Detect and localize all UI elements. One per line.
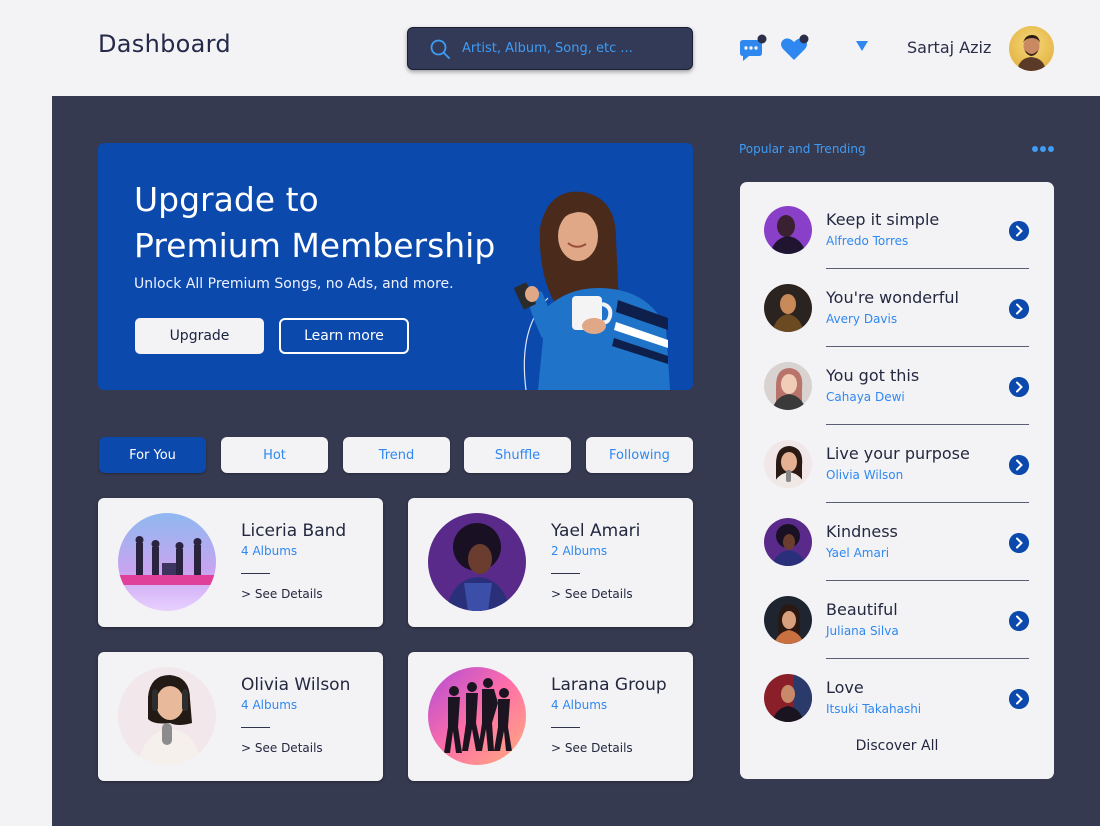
song-artist: Juliana Silva [826,624,899,638]
tab-shuffle[interactable]: Shuffle [464,437,571,473]
more-options-icon[interactable] [1031,145,1055,153]
song-artist: Yael Amari [826,546,890,560]
trending-item[interactable]: Live your purpose Olivia Wilson [740,416,1054,503]
song-thumbnail [764,518,812,566]
banner-subtitle: Unlock All Premium Songs, no Ads, and mo… [134,276,454,292]
search-input[interactable] [462,41,672,56]
studio-singer-image [118,667,216,765]
thumbnail-image [764,440,812,488]
see-details-link[interactable]: > See Details [241,741,323,755]
song-artist: Itsuki Takahashi [826,702,922,716]
banner-title: Upgrade to Premium Membership [134,177,534,269]
search-icon [430,39,450,59]
see-details-link[interactable]: > See Details [241,587,323,601]
chevron-right-icon[interactable] [1009,533,1029,553]
thumbnail-image [764,206,812,254]
album-count: 4 Albums [551,698,608,712]
tab-for-you[interactable]: For You [99,437,206,473]
song-artist: Cahaya Dewi [826,390,905,404]
upgrade-button[interactable]: Upgrade [135,318,264,354]
banner-title-line2: Premium Membership [134,226,496,265]
artist-name: Yael Amari [551,521,641,541]
song-title: You got this [826,366,920,385]
group-dance-image [428,667,526,765]
search-bar[interactable] [407,27,693,70]
thumbnail-image [764,596,812,644]
user-portrait [1017,35,1046,71]
tab-hot[interactable]: Hot [221,437,328,473]
song-thumbnail [764,440,812,488]
page-title: Dashboard [98,30,231,58]
edge-mark [0,760,3,774]
discover-all-link[interactable]: Discover All [740,738,1054,754]
banner-woman-illustration [514,191,670,390]
thumbnail-image [764,284,812,332]
heart-icon[interactable] [779,34,811,64]
song-thumbnail [764,674,812,722]
card-divider [241,727,270,728]
singer-portrait-image [428,513,526,611]
album-count: 4 Albums [241,544,298,558]
song-title: Beautiful [826,600,898,619]
song-thumbnail [764,206,812,254]
song-artist: Olivia Wilson [826,468,904,482]
trending-item[interactable]: Love Itsuki Takahashi [740,650,1054,728]
trending-item[interactable]: You're wonderful Avery Davis [740,260,1054,347]
card-divider [241,573,270,574]
chevron-right-icon[interactable] [1009,611,1029,631]
see-details-link[interactable]: > See Details [551,587,633,601]
song-artist: Alfredo Torres [826,234,909,248]
album-count: 2 Albums [551,544,608,558]
chevron-right-icon[interactable] [1009,299,1029,319]
see-details-link[interactable]: > See Details [551,741,633,755]
artist-photo [428,513,526,611]
premium-banner: Upgrade to Premium Membership Unlock All… [98,143,693,390]
chevron-right-icon[interactable] [1009,221,1029,241]
app-root: Dashboard Sartaj Aziz Upgra [0,0,1100,826]
learn-more-button[interactable]: Learn more [279,318,409,354]
song-title: You're wonderful [826,288,959,307]
banner-title-line1: Upgrade to [134,180,319,219]
artist-card[interactable]: Olivia Wilson 4 Albums > See Details [98,652,383,781]
chevron-right-icon[interactable] [1009,689,1029,709]
album-count: 4 Albums [241,698,298,712]
song-thumbnail [764,596,812,644]
user-name: Sartaj Aziz [907,38,992,57]
card-divider [551,573,580,574]
chevron-right-icon[interactable] [1009,377,1029,397]
artist-name: Larana Group [551,675,667,695]
song-title: Live your purpose [826,444,970,463]
artist-photo [118,667,216,765]
artist-photo [118,513,216,611]
song-title: Kindness [826,522,898,541]
song-thumbnail [764,362,812,410]
trending-item[interactable]: You got this Cahaya Dewi [740,338,1054,425]
chat-icon[interactable] [737,34,769,64]
song-thumbnail [764,284,812,332]
artist-card[interactable]: Liceria Band 4 Albums > See Details [98,498,383,627]
trending-item[interactable]: Beautiful Juliana Silva [740,572,1054,659]
song-title: Love [826,678,864,697]
thumbnail-image [764,362,812,410]
thumbnail-image [764,518,812,566]
trending-heading: Popular and Trending [739,142,866,156]
artist-card[interactable]: Larana Group 4 Albums > See Details [408,652,693,781]
tab-following[interactable]: Following [586,437,693,473]
band-stage-image [118,513,216,611]
artist-photo [428,667,526,765]
artist-name: Liceria Band [241,521,347,541]
song-title: Keep it simple [826,210,940,229]
card-divider [551,727,580,728]
chevron-down-icon[interactable] [855,40,869,52]
artist-card[interactable]: Yael Amari 2 Albums > See Details [408,498,693,627]
trending-item[interactable]: Kindness Yael Amari [740,494,1054,581]
song-artist: Avery Davis [826,312,898,326]
thumbnail-image [764,674,812,722]
tab-trend[interactable]: Trend [343,437,450,473]
chevron-right-icon[interactable] [1009,455,1029,475]
avatar[interactable] [1009,26,1054,71]
trending-list: Keep it simple Alfredo Torres You're won… [740,182,1054,779]
trending-item[interactable]: Keep it simple Alfredo Torres [740,182,1054,269]
artist-name: Olivia Wilson [241,675,351,695]
